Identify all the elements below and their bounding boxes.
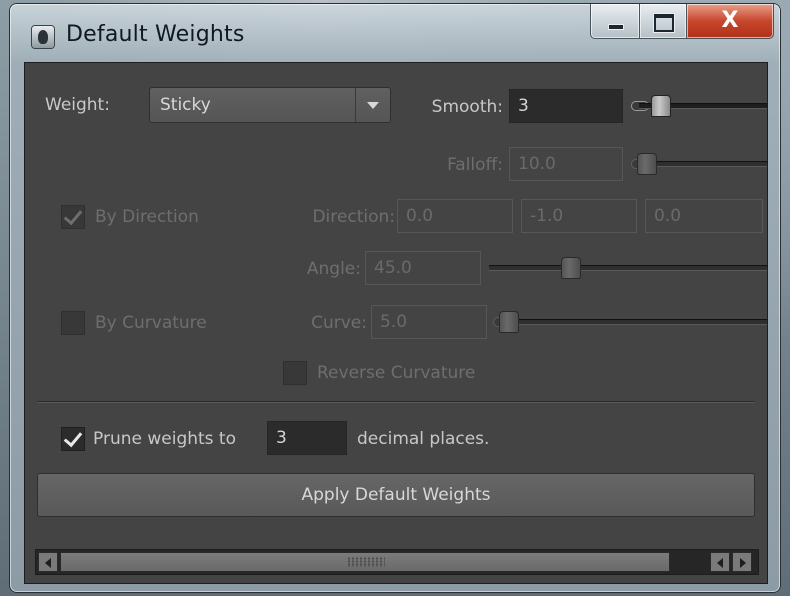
curve-slider-thumb[interactable] — [499, 311, 519, 333]
by-direction-label: By Direction — [95, 207, 199, 227]
maya-app-icon[interactable] — [32, 26, 54, 48]
close-button[interactable]: X — [687, 4, 774, 39]
curve-field[interactable]: 5.0 — [371, 305, 487, 339]
prune-decimal-field[interactable]: 3 — [267, 421, 347, 455]
angle-field[interactable]: 45.0 — [365, 251, 481, 285]
window-title: Default Weights — [66, 22, 245, 47]
checkmark-icon — [63, 427, 83, 448]
arrow-left-icon — [717, 558, 723, 568]
by-curvature-checkbox[interactable] — [61, 311, 85, 335]
reverse-curvature-checkbox[interactable] — [283, 361, 307, 385]
smooth-label: Smooth: — [431, 97, 503, 117]
curve-slider-track[interactable] — [501, 319, 767, 325]
caption-buttons: X — [590, 4, 774, 40]
falloff-label: Falloff: — [447, 155, 503, 175]
arrow-left-icon — [45, 558, 51, 568]
falloff-field[interactable]: 10.0 — [509, 147, 623, 181]
weight-selected-value: Sticky — [160, 95, 211, 115]
apply-default-weights-button[interactable]: Apply Default Weights — [37, 473, 755, 517]
arrow-right-icon — [740, 558, 746, 568]
falloff-slider-track[interactable] — [639, 161, 767, 167]
scroll-left-button[interactable] — [38, 552, 58, 572]
scrollbar-thumb[interactable] — [60, 552, 670, 572]
chevron-down-icon — [355, 88, 390, 122]
angle-label: Angle: — [306, 259, 361, 279]
maximize-button[interactable] — [640, 4, 687, 39]
direction-y-field[interactable]: -1.0 — [521, 199, 637, 233]
smooth-field[interactable]: 3 — [509, 89, 623, 123]
reverse-curvature-label: Reverse Curvature — [317, 363, 476, 383]
by-curvature-label: By Curvature — [95, 313, 207, 333]
weight-dropdown[interactable]: Sticky — [149, 87, 391, 123]
checkmark-icon — [63, 205, 83, 226]
falloff-slider-thumb[interactable] — [637, 153, 657, 175]
minimize-icon — [608, 24, 624, 30]
dialog-content: Weight: Sticky Smooth: 3 Falloff: 10.0 B… — [24, 62, 768, 584]
weight-label: Weight: — [45, 95, 110, 115]
section-divider — [37, 401, 755, 403]
scroll-left-button-right[interactable] — [710, 552, 730, 572]
close-icon: X — [721, 8, 739, 33]
grip-icon — [347, 557, 385, 567]
minimize-button[interactable] — [590, 4, 640, 39]
prune-weights-checkbox[interactable] — [61, 427, 85, 451]
scroll-right-button[interactable] — [732, 552, 752, 572]
direction-z-field[interactable]: 0.0 — [645, 199, 763, 233]
angle-slider-thumb[interactable] — [561, 257, 581, 279]
title-bar[interactable]: Default Weights X — [10, 4, 780, 62]
by-direction-checkbox[interactable] — [61, 205, 85, 229]
curve-label: Curve: — [311, 313, 367, 333]
smooth-slider-thumb[interactable] — [651, 95, 671, 117]
angle-slider-track[interactable] — [489, 265, 767, 271]
direction-x-field[interactable]: 0.0 — [397, 199, 513, 233]
direction-label: Direction: — [312, 207, 395, 227]
maximize-icon — [654, 14, 674, 32]
prune-weights-label: Prune weights to — [93, 429, 236, 449]
decimal-places-label: decimal places. — [357, 429, 490, 449]
default-weights-window: Default Weights X Weight: Sticky Smooth:… — [10, 4, 780, 592]
horizontal-scrollbar[interactable] — [35, 549, 759, 575]
